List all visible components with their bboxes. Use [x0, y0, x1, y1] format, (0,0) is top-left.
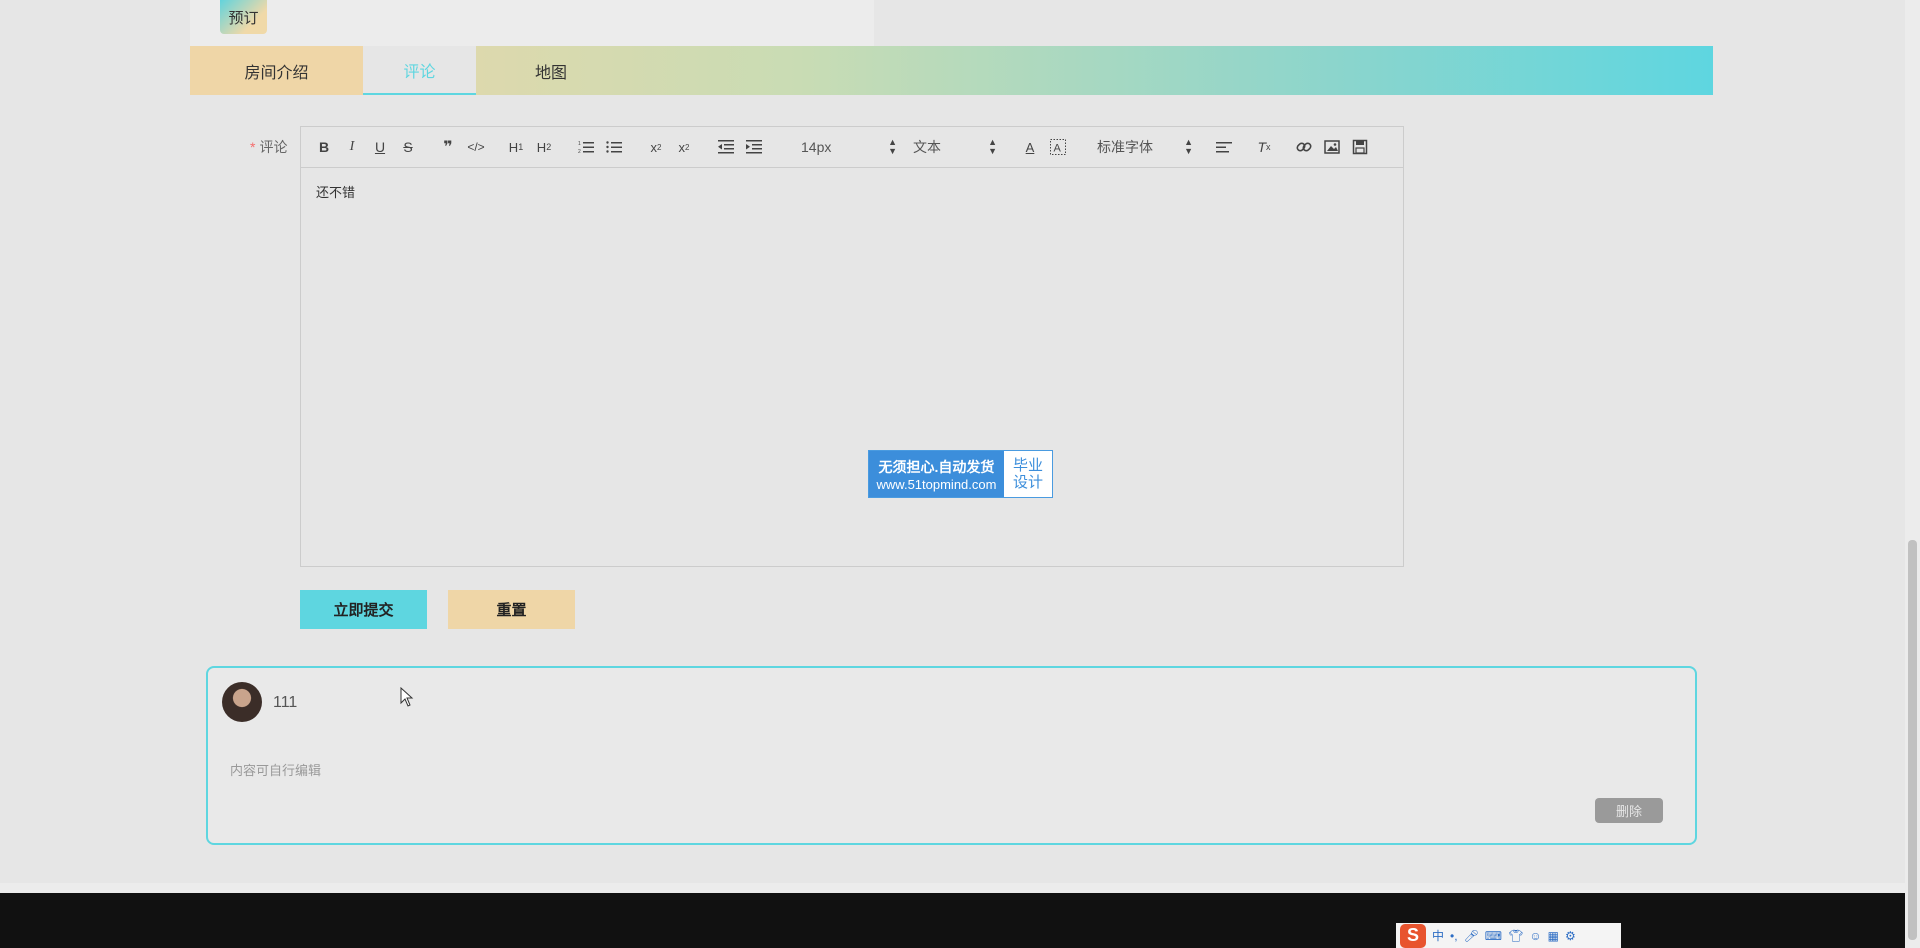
rich-text-editor: B I U S ❞ </> H1 H2 12 x2 x2 14px ▲ ▼ 文本 … — [300, 126, 1404, 567]
ime-punctuation[interactable]: •, — [1450, 929, 1458, 943]
save-icon[interactable] — [1349, 137, 1371, 157]
toolbox-icon[interactable]: ▦ — [1548, 929, 1559, 943]
submit-button[interactable]: 立即提交 — [300, 590, 427, 629]
background-color-icon[interactable]: A — [1047, 137, 1069, 157]
keyboard-icon[interactable]: ⌨︎ — [1485, 929, 1502, 943]
font-color-icon[interactable]: A — [1019, 137, 1041, 157]
comment-text: 内容可自行编辑 — [230, 763, 322, 778]
italic-icon[interactable]: I — [341, 137, 363, 157]
comment-username: 111 — [273, 694, 298, 711]
comment-card: 111 内容可自行编辑 删除 — [206, 666, 1697, 845]
avatar — [222, 682, 262, 722]
mouse-cursor-icon — [400, 686, 414, 712]
comment-field-label: * 评论 — [250, 139, 288, 155]
settings-gear-icon[interactable]: ⚙ — [1565, 929, 1576, 943]
top-panel — [190, 0, 874, 46]
ordered-list-icon[interactable]: 12 — [575, 137, 597, 157]
bold-icon[interactable]: B — [313, 137, 335, 157]
outdent-icon[interactable] — [715, 137, 737, 157]
indent-icon[interactable] — [743, 137, 765, 157]
code-icon[interactable]: </> — [465, 137, 487, 157]
font-family-select[interactable]: 标准字体 ▲ ▼ — [1097, 137, 1193, 157]
svg-text:2: 2 — [578, 149, 581, 155]
ime-mode[interactable]: 中 — [1432, 927, 1444, 944]
skin-icon[interactable]: 👕︎ — [1508, 929, 1523, 943]
strike-icon[interactable]: S — [397, 137, 419, 157]
heading2-icon[interactable]: H2 — [533, 137, 555, 157]
select-arrows-icon: ▲ ▼ — [1184, 137, 1193, 156]
editor-content[interactable]: 还不错 — [316, 182, 355, 201]
tab-map[interactable]: 地图 — [476, 46, 626, 95]
superscript-icon[interactable]: x2 — [673, 137, 695, 157]
svg-text:A: A — [1054, 143, 1062, 155]
blockquote-icon[interactable]: ❞ — [437, 137, 459, 157]
align-icon[interactable] — [1213, 137, 1235, 157]
tab-room-intro[interactable]: 房间介绍 — [190, 46, 363, 95]
delete-button[interactable]: 删除 — [1595, 798, 1663, 823]
book-button[interactable]: 预订 — [220, 0, 267, 34]
microphone-icon[interactable]: 🎤︎ — [1464, 929, 1479, 943]
subscript-icon[interactable]: x2 — [645, 137, 667, 157]
heading1-icon[interactable]: H1 — [505, 137, 527, 157]
ime-toolbar: S 中 •, 🎤︎ ⌨︎ 👕︎ ☺ ▦ ⚙ — [1396, 923, 1621, 948]
clear-format-icon[interactable]: Tx — [1253, 137, 1275, 157]
underline-icon[interactable]: U — [369, 137, 391, 157]
page-scrollbar[interactable] — [1905, 0, 1920, 948]
text-style-select[interactable]: 文本 ▲ ▼ — [913, 137, 997, 157]
bullet-list-icon[interactable] — [603, 137, 625, 157]
tab-comments[interactable]: 评论 — [363, 46, 476, 95]
required-mark: * — [250, 139, 256, 155]
tab-bar: 房间介绍 评论 地图 — [190, 46, 1713, 95]
link-icon[interactable] — [1293, 137, 1315, 157]
font-size-select[interactable]: 14px ▲ ▼ — [801, 137, 897, 157]
select-arrows-icon: ▲ ▼ — [888, 137, 897, 156]
svg-text:1: 1 — [578, 141, 581, 147]
select-arrows-icon: ▲ ▼ — [988, 137, 997, 156]
watermark-badge: 无须担心.自动发货 www.51topmind.com 毕业 设计 — [868, 450, 1053, 498]
reset-button[interactable]: 重置 — [448, 590, 575, 629]
image-icon[interactable] — [1321, 137, 1343, 157]
footer-divider — [0, 883, 1905, 893]
sogou-logo-icon[interactable]: S — [1400, 923, 1426, 948]
emoji-icon[interactable]: ☺ — [1529, 929, 1541, 943]
editor-toolbar: B I U S ❞ </> H1 H2 12 x2 x2 14px ▲ ▼ 文本 … — [301, 127, 1403, 168]
scrollbar-thumb[interactable] — [1908, 540, 1917, 940]
